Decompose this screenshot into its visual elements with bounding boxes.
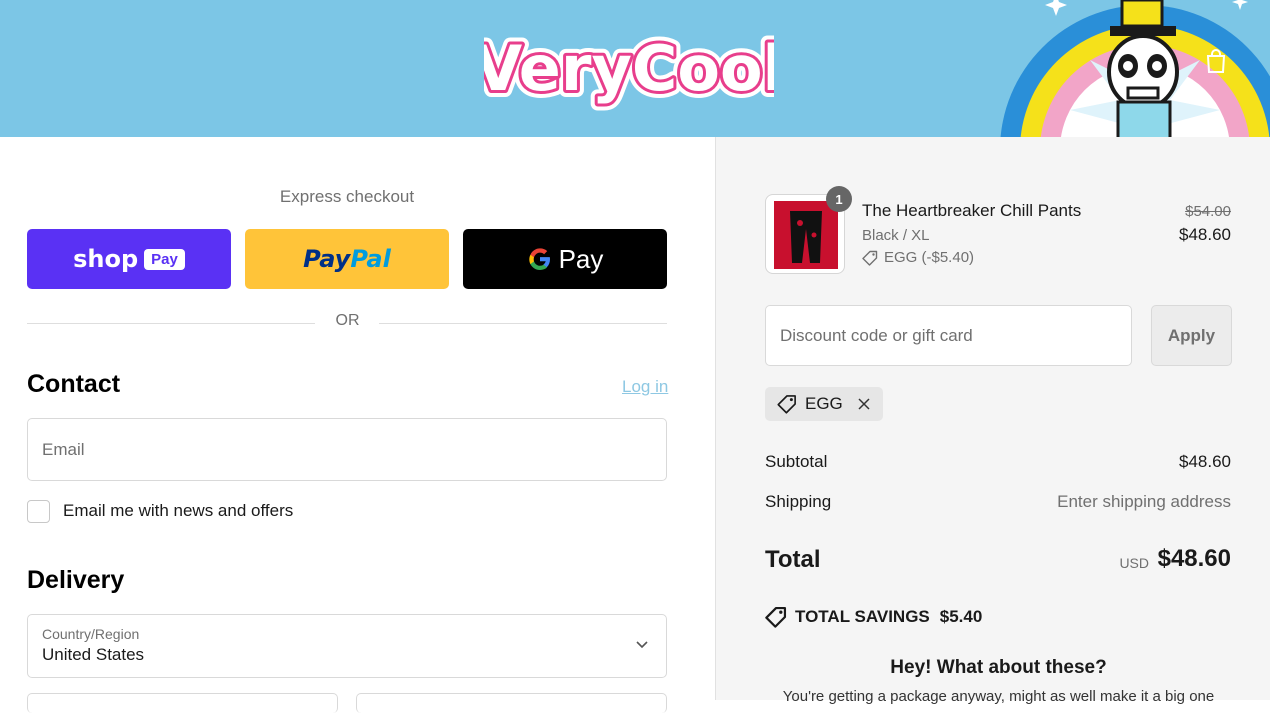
google-pay-label: Pay [558,243,604,274]
discounted-price: $48.60 [1179,225,1231,244]
shop-pay-wordmark: shop [73,245,139,273]
total-label: Total [765,546,821,573]
subtotal-label: Subtotal [765,452,828,471]
original-price: $54.00 [1185,203,1231,220]
email-input[interactable] [28,419,666,480]
paypal-button[interactable]: Pay Pal [245,229,449,289]
close-icon[interactable] [857,397,871,411]
shipping-label: Shipping [765,492,832,511]
product-variant: Black / XL [862,227,930,244]
paypal-wordmark-pay: Pay [303,245,351,273]
tag-icon [862,250,878,266]
quantity-badge: 1 [826,186,852,212]
savings-label: TOTAL SAVINGS [795,607,930,626]
order-summary: 1 The Heartbreaker Chill Pants Black / X… [715,137,1270,705]
express-checkout-title: Express checkout [279,187,415,206]
country-select[interactable]: Country/Region United States [27,614,667,678]
email-field[interactable] [27,418,667,481]
country-label: Country/Region [42,626,140,642]
country-value: United States [42,645,145,664]
apply-discount-button[interactable]: Apply [1151,305,1232,366]
discount-code-input[interactable] [766,306,1131,365]
shopping-bag-icon[interactable] [1204,48,1228,74]
savings-value: $5.40 [939,607,983,626]
logo-text-fill: VeryCool [484,32,774,105]
verycool-logo[interactable]: VeryCool VeryCool VeryCool [484,18,774,118]
first-name-field[interactable] [27,693,338,713]
product-discount: EGG (-$5.40) [862,249,974,266]
last-name-field[interactable] [356,693,667,713]
upsell-title: Hey! What about these? [890,657,1107,678]
rainbow-skeleton-artwork [1000,0,1270,137]
tag-icon [765,606,787,628]
total-value: $48.60 [1157,545,1231,572]
subtotal-value: $48.60 [1179,452,1231,471]
google-pay-button[interactable]: Pay [463,229,667,289]
newsletter-checkbox[interactable] [27,500,50,523]
discount-code-field[interactable] [765,305,1132,366]
divider-right [379,323,667,324]
divider-left [27,323,315,324]
applied-discount-tag: EGG [765,387,883,421]
newsletter-label: Email me with news and offers [63,501,294,520]
google-g-icon [528,248,550,270]
product-discount-text: EGG (-$5.40) [884,249,975,266]
applied-discount-code: EGG [805,394,843,413]
shop-pay-button[interactable]: shop Pay [27,229,231,289]
or-label: OR [335,312,360,329]
login-link[interactable]: Log in [622,377,668,397]
upsell-text: You're getting a package anyway, might a… [782,688,1215,705]
shipping-value: Enter shipping address [1057,492,1231,511]
delivery-heading: Delivery [27,566,125,594]
product-name: The Heartbreaker Chill Pants [862,201,1082,220]
total-savings: TOTAL SAVINGS $5.40 [765,606,982,628]
contact-heading: Contact [27,370,121,398]
shop-pay-badge: Pay [144,248,185,270]
currency-code: USD [1119,555,1149,571]
chevron-down-icon [636,641,648,649]
site-header: VeryCool VeryCool VeryCool [0,0,1270,137]
tag-icon [777,395,796,414]
checkout-form: Express checkout shop Pay Pay Pal Pay OR … [0,137,715,713]
paypal-wordmark-pal: Pal [350,245,391,273]
